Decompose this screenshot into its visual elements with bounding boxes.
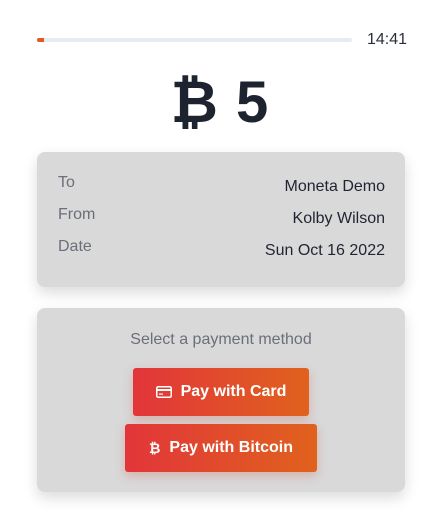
countdown-progress-fill (37, 38, 44, 42)
pay-with-bitcoin-label: Pay with Bitcoin (169, 439, 293, 456)
detail-label-from: From (58, 206, 96, 223)
pay-with-card-label: Pay with Card (180, 383, 287, 400)
payment-amount: ₿ 5 (170, 70, 270, 135)
detail-value-date: Sun Oct 16 2022 (264, 242, 385, 259)
payment-method-panel: Select a payment method Pay with Card ₿ … (37, 308, 405, 492)
detail-row-from: From Kolby Wilson (58, 206, 385, 230)
pay-with-card-button[interactable]: Pay with Card (133, 368, 309, 416)
countdown-timer: 14:41 (366, 31, 407, 48)
detail-value-from: Kolby Wilson (292, 210, 385, 227)
detail-label-date: Date (58, 238, 92, 255)
bitcoin-icon: ₿ (149, 440, 161, 456)
detail-value-to: Moneta Demo (284, 178, 386, 195)
credit-card-icon (155, 386, 172, 398)
payment-method-title: Select a payment method (130, 331, 312, 348)
detail-row-to: To Moneta Demo (58, 174, 385, 198)
invoice-details-panel: To Moneta Demo From Kolby Wilson Date Su… (37, 152, 405, 287)
pay-with-bitcoin-button[interactable]: ₿ Pay with Bitcoin (125, 424, 317, 472)
countdown-progress-bar (37, 38, 352, 42)
detail-row-date: Date Sun Oct 16 2022 (58, 238, 385, 262)
countdown-row: 14:41 (37, 30, 407, 50)
detail-label-to: To (58, 174, 75, 191)
